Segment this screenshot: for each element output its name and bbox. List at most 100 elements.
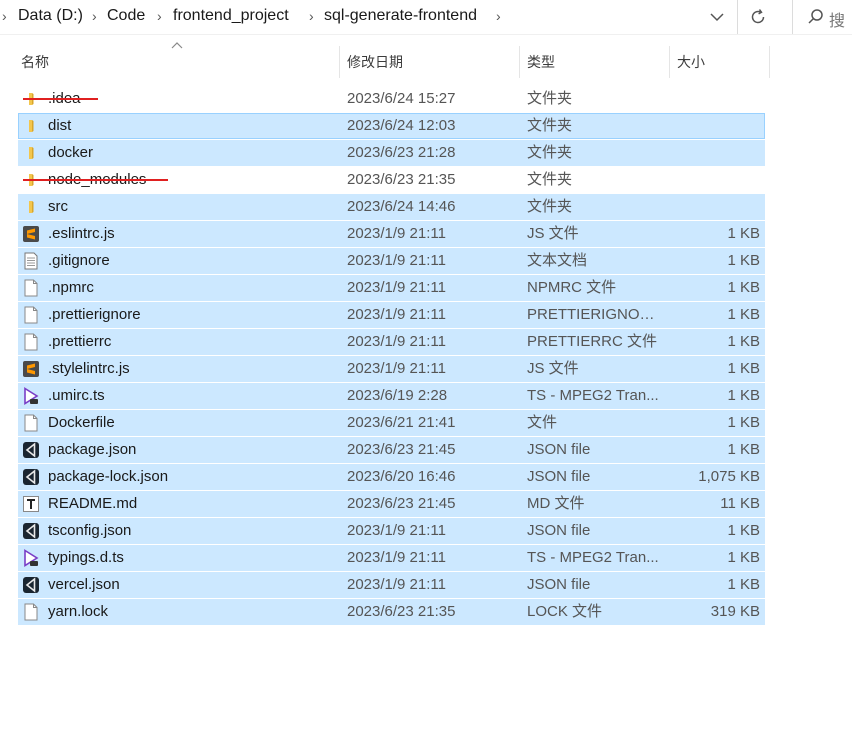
file-type: 文件 xyxy=(527,414,558,431)
search-input[interactable]: 搜 xyxy=(792,0,852,34)
file-modified-date: 2023/6/23 21:35 xyxy=(347,603,456,620)
vscode-icon xyxy=(22,522,40,540)
file-row[interactable]: tsconfig.json 2023/1/9 21:11 JSON file 1 KB xyxy=(18,518,765,544)
refresh-button[interactable] xyxy=(738,0,778,34)
file-type: MD 文件 xyxy=(527,495,585,512)
media-icon xyxy=(22,387,40,405)
file-size: 1,075 KB xyxy=(698,468,760,485)
file-type: JSON file xyxy=(527,576,591,593)
file-modified-date: 2023/1/9 21:11 xyxy=(347,333,446,350)
file-row[interactable]: .eslintrc.js 2023/1/9 21:11 JS 文件 1 KB xyxy=(18,221,765,247)
address-bar[interactable]: › Data (D:) › Code › frontend_project › … xyxy=(0,0,852,35)
column-divider[interactable] xyxy=(669,46,670,78)
column-divider[interactable] xyxy=(769,46,770,78)
file-row[interactable]: Dockerfile 2023/6/21 21:41 文件 1 KB xyxy=(18,410,765,436)
file-type: LOCK 文件 xyxy=(527,603,603,620)
chevron-right-icon[interactable]: › xyxy=(92,8,97,24)
chevron-right-icon[interactable]: › xyxy=(2,8,7,24)
breadcrumb-item-drive[interactable]: Data (D:) xyxy=(18,7,83,25)
file-row[interactable]: .npmrc 2023/1/9 21:11 NPMRC 文件 1 KB xyxy=(18,275,765,301)
file-row[interactable]: package.json 2023/6/23 21:45 JSON file 1 KB xyxy=(18,437,765,463)
file-modified-date: 2023/6/23 21:45 xyxy=(347,495,456,512)
file-name: .umirc.ts xyxy=(48,387,105,404)
breadcrumb-item-frontend-project[interactable]: frontend_project xyxy=(173,7,289,25)
file-name: yarn.lock xyxy=(48,603,109,620)
file-name: vercel.json xyxy=(48,576,120,593)
media-icon xyxy=(22,549,40,567)
column-header-name[interactable]: 名称 xyxy=(21,46,49,78)
file-name: README.md xyxy=(48,495,138,512)
file-size xyxy=(658,167,760,193)
breadcrumb-item-current-folder[interactable]: sql-generate-frontend xyxy=(324,7,477,25)
file-row[interactable]: README.md 2023/6/23 21:45 MD 文件 11 KB xyxy=(18,491,765,517)
file-modified-date: 2023/6/21 21:41 xyxy=(347,414,456,431)
breadcrumb: › Data (D:) › Code › frontend_project › … xyxy=(0,0,700,34)
search-icon xyxy=(808,9,823,24)
column-divider[interactable] xyxy=(339,46,340,78)
file-modified-date: 2023/1/9 21:11 xyxy=(347,576,446,593)
file-modified-date: 2023/1/9 21:11 xyxy=(347,522,446,539)
file-modified-date: 2023/6/24 15:27 xyxy=(347,90,456,107)
file-row[interactable]: .gitignore 2023/1/9 21:11 文本文档 1 KB xyxy=(18,248,765,274)
file-type: JS 文件 xyxy=(527,225,579,242)
file-row[interactable]: package-lock.json 2023/6/20 16:46 JSON fil… xyxy=(18,464,765,490)
file-row[interactable]: docker 2023/6/23 21:28 文件夹 xyxy=(18,140,765,166)
file-modified-date: 2023/1/9 21:11 xyxy=(347,549,446,566)
sort-ascending-icon xyxy=(171,42,183,49)
file-modified-date: 2023/6/23 21:45 xyxy=(347,441,456,458)
file-size: 1 KB xyxy=(727,522,760,539)
file-size: 11 KB xyxy=(720,495,760,512)
file-name: .gitignore xyxy=(48,252,110,269)
breadcrumb-item-code[interactable]: Code xyxy=(107,7,145,25)
file-type: TS - MPEG2 Tran... xyxy=(527,387,659,404)
chevron-right-icon[interactable]: › xyxy=(157,8,162,24)
file-type: 文件夹 xyxy=(527,144,573,161)
file-type: 文件夹 xyxy=(527,171,573,188)
file-name: dist xyxy=(48,117,72,134)
file-modified-date: 2023/6/24 12:03 xyxy=(347,117,456,134)
file-row[interactable]: typings.d.ts 2023/1/9 21:11 TS - MPEG2 Tra… xyxy=(18,545,765,571)
column-divider[interactable] xyxy=(519,46,520,78)
file-type: 文件夹 xyxy=(527,90,573,107)
blank-file-icon xyxy=(22,279,40,297)
file-row[interactable]: vercel.json 2023/1/9 21:11 JSON file 1 KB xyxy=(18,572,765,598)
column-header-row: 名称 修改日期 类型 大小 xyxy=(0,42,852,78)
file-name: package.json xyxy=(48,441,137,458)
file-row[interactable]: node_modules 2023/6/23 21:35 文件夹 xyxy=(18,167,765,193)
column-header-date[interactable]: 修改日期 xyxy=(347,46,403,78)
file-row[interactable]: .idea 2023/6/24 15:27 文件夹 xyxy=(18,86,765,112)
file-size: 1 KB xyxy=(727,441,760,458)
column-header-type[interactable]: 类型 xyxy=(527,46,555,78)
chevron-right-icon[interactable]: › xyxy=(496,8,501,24)
file-size: 1 KB xyxy=(727,306,760,323)
file-modified-date: 2023/6/20 16:46 xyxy=(347,468,456,485)
file-size xyxy=(658,86,760,112)
file-row[interactable]: .umirc.ts 2023/6/19 2:28 TS - MPEG2 Tran..… xyxy=(18,383,765,409)
file-row[interactable]: .prettierignore 2023/1/9 21:11 PRETTIERIGN… xyxy=(18,302,765,328)
file-modified-date: 2023/6/23 21:28 xyxy=(347,144,456,161)
chevron-right-icon[interactable]: › xyxy=(309,8,314,24)
file-type: JSON file xyxy=(527,441,591,458)
blank-file-icon xyxy=(22,603,40,621)
blank-file-icon xyxy=(22,414,40,432)
file-name: .prettierrc xyxy=(48,333,112,350)
file-row[interactable]: .stylelintrc.js 2023/1/9 21:11 JS 文件 1 KB xyxy=(18,356,765,382)
file-size: 1 KB xyxy=(727,576,760,593)
file-type: PRETTIERIGNOR... xyxy=(527,306,662,323)
file-name: .npmrc xyxy=(48,279,94,296)
file-row[interactable]: dist 2023/6/24 12:03 文件夹 xyxy=(18,113,765,139)
folder-icon xyxy=(22,144,40,162)
file-row[interactable]: yarn.lock 2023/6/23 21:35 LOCK 文件 319 KB xyxy=(18,599,765,625)
file-name: src xyxy=(48,198,68,215)
file-type: NPMRC 文件 xyxy=(527,279,617,296)
file-type: PRETTIERRC 文件 xyxy=(527,333,658,350)
history-dropdown-button[interactable] xyxy=(697,0,737,34)
file-row[interactable]: .prettierrc 2023/1/9 21:11 PRETTIERRC 文件 1 … xyxy=(18,329,765,355)
file-type: TS - MPEG2 Tran... xyxy=(527,549,659,566)
column-header-size[interactable]: 大小 xyxy=(677,46,705,78)
file-size: 1 KB xyxy=(727,360,760,377)
file-name: .eslintrc.js xyxy=(48,225,115,242)
red-strikethrough-mark xyxy=(23,98,98,100)
file-row[interactable]: src 2023/6/24 14:46 文件夹 xyxy=(18,194,765,220)
blank-file-icon xyxy=(22,333,40,351)
